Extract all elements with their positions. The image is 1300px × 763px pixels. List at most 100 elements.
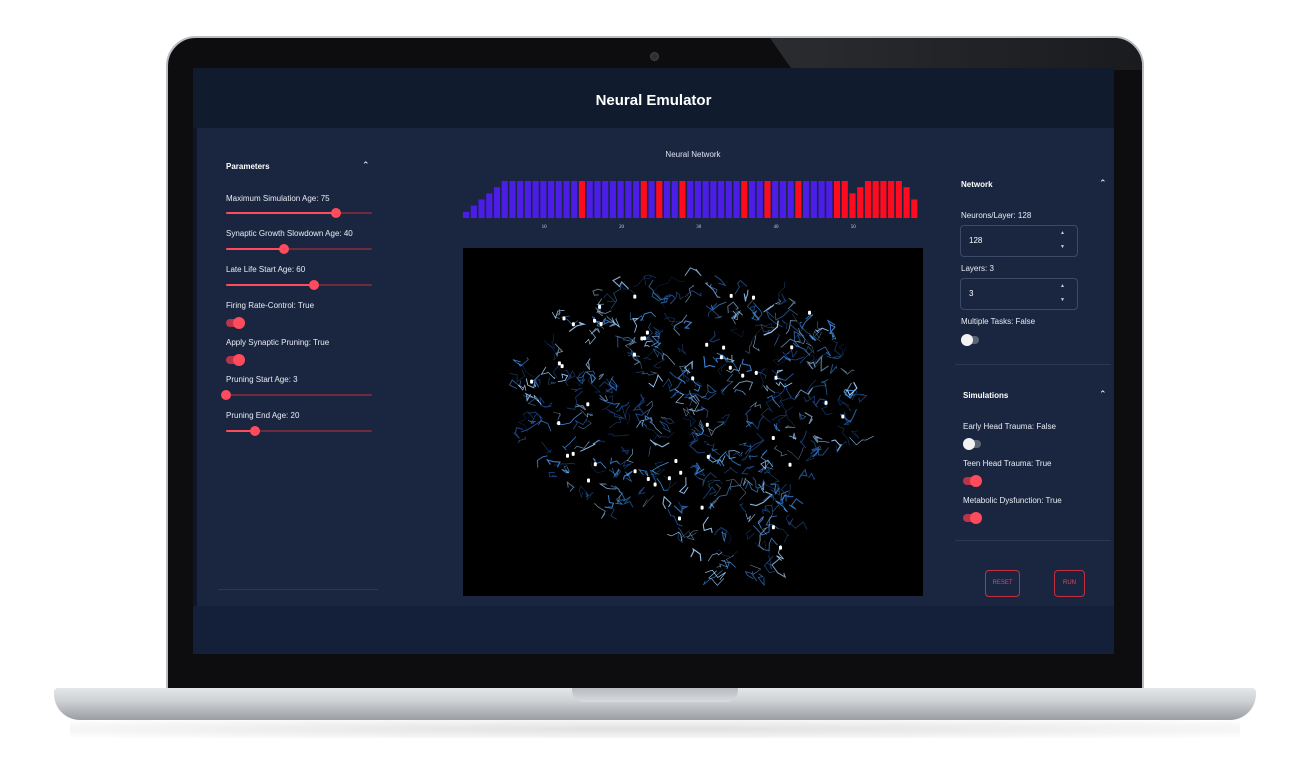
neuron-node xyxy=(824,400,828,405)
slider-fill xyxy=(226,284,314,286)
slider-thumb[interactable] xyxy=(221,390,231,400)
metabolic-dysfunction-label: Metabolic Dysfunction: True xyxy=(963,496,1062,505)
chevron-up-icon[interactable]: ⌃ xyxy=(362,160,370,171)
chart-bar xyxy=(571,181,578,218)
neuron-node xyxy=(722,345,726,350)
chevron-up-icon[interactable]: ⌃ xyxy=(1099,178,1107,189)
neuron-node xyxy=(774,375,778,380)
firing-rate-control-label: Firing Rate-Control: True xyxy=(226,301,315,310)
slider-thumb[interactable] xyxy=(250,426,261,436)
camera-icon xyxy=(650,52,659,61)
neuron-node xyxy=(557,421,561,426)
chart-bar xyxy=(733,181,740,218)
chart-bar xyxy=(679,181,686,218)
slider-thumb[interactable] xyxy=(308,280,319,290)
toggle-thumb xyxy=(970,475,982,487)
chart-bar xyxy=(810,181,817,218)
chart-bar xyxy=(509,181,516,218)
slider-fill xyxy=(226,212,336,214)
neuron-node xyxy=(841,414,845,419)
chart-bar xyxy=(478,199,485,218)
caret-up-icon[interactable]: ▲ xyxy=(1060,229,1065,237)
chevron-up-icon[interactable]: ⌃ xyxy=(1099,389,1107,400)
caret-down-icon[interactable]: ▼ xyxy=(1060,243,1065,251)
slider-thumb[interactable] xyxy=(279,244,290,254)
chart-bar xyxy=(694,181,701,218)
chart-bar xyxy=(849,193,856,218)
chart-bar xyxy=(779,181,787,218)
pruning-start-age-slider[interactable] xyxy=(221,388,372,402)
chart-x-tick: 30 xyxy=(696,225,702,230)
chart-bar xyxy=(864,181,872,218)
late-life-start-age-slider[interactable] xyxy=(226,278,372,292)
neuron-node xyxy=(678,516,681,521)
chart-bar xyxy=(548,181,555,218)
neurons-per-layer-input[interactable]: 128 ▲ ▼ xyxy=(960,225,1078,257)
chart-bar xyxy=(833,181,841,218)
chart-bar xyxy=(486,193,493,218)
toggle-thumb xyxy=(233,317,245,329)
chart-bar xyxy=(725,181,732,218)
chart-bar xyxy=(772,181,779,218)
early-head-trauma-toggle[interactable] xyxy=(963,438,983,450)
late-life-start-age-label: Late Life Start Age: 60 xyxy=(226,265,306,274)
lid-glare xyxy=(770,38,1142,70)
synaptic-slowdown-age-slider[interactable] xyxy=(226,242,372,256)
run-button[interactable]: RUN xyxy=(1054,570,1085,597)
neuron-node xyxy=(679,470,683,475)
neural-network-title: Neural Network xyxy=(665,150,721,159)
chart-bar xyxy=(532,181,539,218)
chart-bar xyxy=(540,181,547,218)
toggle-thumb xyxy=(233,354,245,366)
max-sim-age-slider[interactable] xyxy=(226,206,372,220)
network-title: Network xyxy=(961,180,993,189)
chart-bar xyxy=(911,199,918,218)
neuron-node xyxy=(646,477,650,481)
neurons-per-layer-value: 128 xyxy=(969,236,983,245)
brain-fibers xyxy=(508,267,874,587)
chart-bar xyxy=(841,181,848,218)
chart-bar xyxy=(656,181,663,218)
neuron-node xyxy=(557,361,561,366)
chart-bar xyxy=(563,181,570,218)
neuron-node xyxy=(729,293,733,298)
neuron-node xyxy=(719,355,723,360)
neuron-node xyxy=(653,482,657,487)
teen-head-trauma-toggle[interactable] xyxy=(963,475,983,487)
pruning-end-age-slider[interactable] xyxy=(226,424,372,438)
metabolic-dysfunction-toggle[interactable] xyxy=(963,512,983,524)
toggle-thumb xyxy=(970,512,982,524)
caret-up-icon[interactable]: ▲ xyxy=(1060,282,1065,290)
slider-thumb[interactable] xyxy=(330,208,341,218)
neuron-node xyxy=(593,318,596,323)
chart-bar xyxy=(718,181,725,218)
neuron-node xyxy=(674,459,678,463)
apply-synaptic-pruning-toggle[interactable] xyxy=(226,354,246,366)
neuron-node xyxy=(771,525,775,530)
app-screen: Neural Emulator Parameters ⌃ Maximum Sim… xyxy=(193,68,1114,654)
chart-bar xyxy=(687,181,694,218)
app-footer xyxy=(193,606,1114,654)
neuron-node xyxy=(771,436,775,440)
neuron-node xyxy=(741,373,745,378)
teen-head-trauma-label: Teen Head Trauma: True xyxy=(963,459,1052,468)
chart-bar xyxy=(663,181,671,218)
apply-synaptic-pruning-label: Apply Synaptic Pruning: True xyxy=(226,338,330,347)
firing-rate-control-toggle[interactable] xyxy=(226,317,246,329)
neuron-node xyxy=(645,330,649,335)
chart-bar xyxy=(586,181,593,218)
laptop-shadow xyxy=(70,720,1240,738)
activity-bar-chart: 10 20 30 40 50 xyxy=(463,181,918,230)
multiple-tasks-toggle[interactable] xyxy=(961,334,981,346)
reset-button[interactable]: RESET xyxy=(985,570,1020,597)
chart-bar xyxy=(872,181,879,218)
laptop-notch xyxy=(572,688,738,702)
multiple-tasks-label: Multiple Tasks: False xyxy=(961,317,1036,326)
chart-bar xyxy=(648,181,655,218)
caret-down-icon[interactable]: ▼ xyxy=(1060,296,1065,304)
neuron-node xyxy=(779,545,782,550)
layers-label: Layers: 3 xyxy=(961,264,994,273)
section-divider xyxy=(955,540,1111,541)
layers-input[interactable]: 3 ▲ ▼ xyxy=(960,278,1078,310)
neurons-per-layer-label: Neurons/Layer: 128 xyxy=(961,211,1032,220)
